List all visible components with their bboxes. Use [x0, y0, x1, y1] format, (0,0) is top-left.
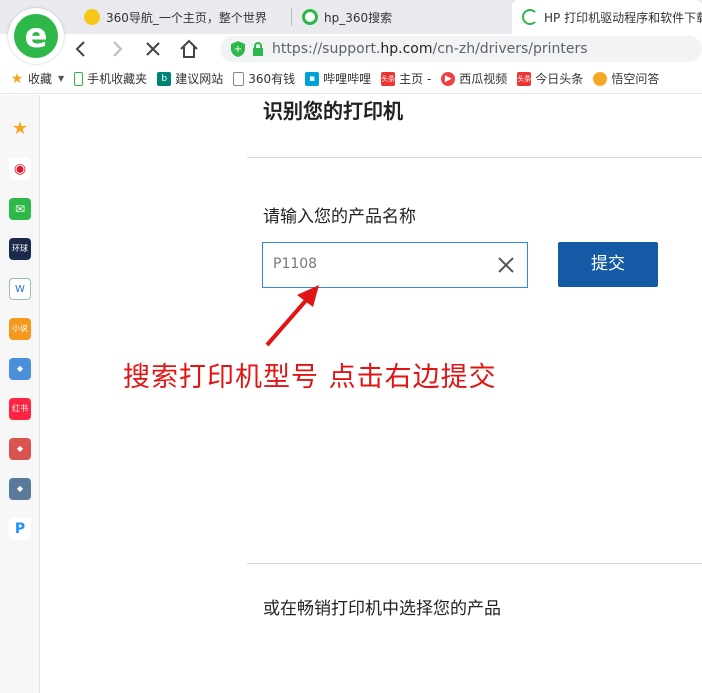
mail-icon[interactable]: ✉: [9, 198, 31, 220]
bookmark-toutiao[interactable]: 头条 今日头条: [517, 70, 583, 87]
bookmark-label: 360有钱: [248, 72, 296, 86]
doc-icon[interactable]: W: [9, 278, 31, 300]
bookmark-label: 手机收藏夹: [87, 72, 148, 86]
main-content: 识别您的打印机 请输入您的产品名称 P1108 提交 搜索打印机型号 点击右边提…: [41, 95, 702, 693]
search-icon: [302, 9, 318, 25]
bookmark-mobile[interactable]: 手机收藏夹: [74, 70, 147, 87]
chevron-down-icon: ▼: [58, 74, 65, 83]
browser-logo[interactable]: e: [8, 8, 64, 64]
url-domain: hp.com: [380, 41, 433, 57]
tab-hp-search[interactable]: hp_360搜索: [302, 0, 502, 34]
tab-title: 360导航_一个主页，整个世界: [106, 10, 267, 25]
bilibili-icon: ▪: [305, 71, 320, 86]
url-path: /cn-zh/drivers/printers: [432, 41, 588, 57]
home-icon: [180, 39, 198, 58]
bestseller-label: 或在畅销打印机中选择您的产品: [263, 599, 501, 619]
app-icon[interactable]: P: [9, 518, 31, 540]
bookmark-xigua[interactable]: ▶ 西瓜视频: [441, 70, 507, 87]
bookmark-favorites[interactable]: ★ 收藏 ▼: [10, 70, 64, 87]
back-button[interactable]: [70, 38, 92, 60]
bookmarks-bar: ★ 收藏 ▼ 手机收藏夹 b 建议网站 360有钱 ▪ 哔哩哔哩 头条 主页 -…: [0, 64, 702, 94]
toutiao-icon: 头条: [517, 71, 532, 86]
bookmark-label: 主页 -: [399, 72, 432, 86]
game-icon[interactable]: ◆: [9, 478, 31, 500]
tab-title: hp_360搜索: [324, 10, 393, 25]
stop-button[interactable]: [142, 38, 164, 60]
loading-icon: [522, 9, 538, 25]
tab-hp-drivers[interactable]: HP 打印机驱动程序和软件下载: [512, 0, 702, 34]
bookmark-label: 悟空问答: [611, 72, 660, 86]
bookmark-wukong[interactable]: 悟空问答: [593, 70, 659, 87]
novel-icon[interactable]: 小说: [9, 318, 31, 340]
close-icon: [146, 42, 160, 56]
star-icon[interactable]: ★: [9, 118, 31, 140]
bookmark-label: 建议网站: [175, 72, 224, 86]
bookmark-label: 西瓜视频: [459, 72, 508, 86]
bookmark-home[interactable]: 头条 主页 -: [381, 70, 431, 87]
tab-bar: 360导航_一个主页，整个世界 hp_360搜索 HP 打印机驱动程序和软件下载: [0, 0, 702, 34]
lock-icon: [253, 42, 263, 56]
game-icon[interactable]: ◆: [9, 438, 31, 460]
news-icon[interactable]: 环球: [9, 238, 31, 260]
bookmark-bilibili[interactable]: ▪ 哔哩哔哩: [305, 70, 371, 87]
svg-text:+: +: [234, 44, 242, 55]
game-icon[interactable]: ◆: [9, 358, 31, 380]
arrow-annotation: [265, 285, 319, 347]
bookmark-label: 收藏: [28, 72, 53, 86]
address-bar[interactable]: + https://support.hp.com/cn-zh/drivers/p…: [220, 36, 702, 62]
url-text: https://support.hp.com/cn-zh/drivers/pri…: [272, 41, 588, 57]
tab-title: HP 打印机驱动程序和软件下载: [544, 10, 702, 25]
url-scheme: https://support.: [272, 41, 381, 57]
home-button[interactable]: [178, 38, 200, 60]
star-icon: ★: [10, 70, 24, 87]
annotation-text: 搜索打印机型号 点击右边提交: [123, 362, 497, 393]
bookmark-label: 哔哩哔哩: [323, 72, 372, 86]
divider: [247, 563, 702, 564]
shield-icon: +: [231, 41, 245, 57]
xiaohongshu-icon[interactable]: 红书: [9, 398, 31, 420]
sidebar: ★ ◉ ✉ 环球 W 小说 ◆ 红书 ◆ ◆ P: [0, 95, 40, 693]
phone-icon: [74, 71, 84, 86]
weibo-icon[interactable]: ◉: [9, 158, 31, 180]
chevron-left-icon: [75, 41, 85, 57]
chevron-right-icon: [113, 41, 123, 57]
360-browser-icon: e: [14, 14, 58, 58]
bookmark-suggested[interactable]: b 建议网站: [157, 70, 223, 87]
bing-icon: b: [157, 71, 172, 86]
360-icon: [84, 9, 100, 25]
bookmark-label: 今日头条: [535, 72, 584, 86]
tab-360-nav[interactable]: 360导航_一个主页，整个世界: [84, 0, 284, 34]
wukong-icon: [593, 71, 608, 86]
page-icon: [233, 71, 245, 86]
forward-button[interactable]: [106, 38, 128, 60]
xigua-icon: ▶: [441, 71, 456, 86]
toutiao-icon: 头条: [381, 71, 396, 86]
bookmark-360-money[interactable]: 360有钱: [233, 70, 295, 87]
